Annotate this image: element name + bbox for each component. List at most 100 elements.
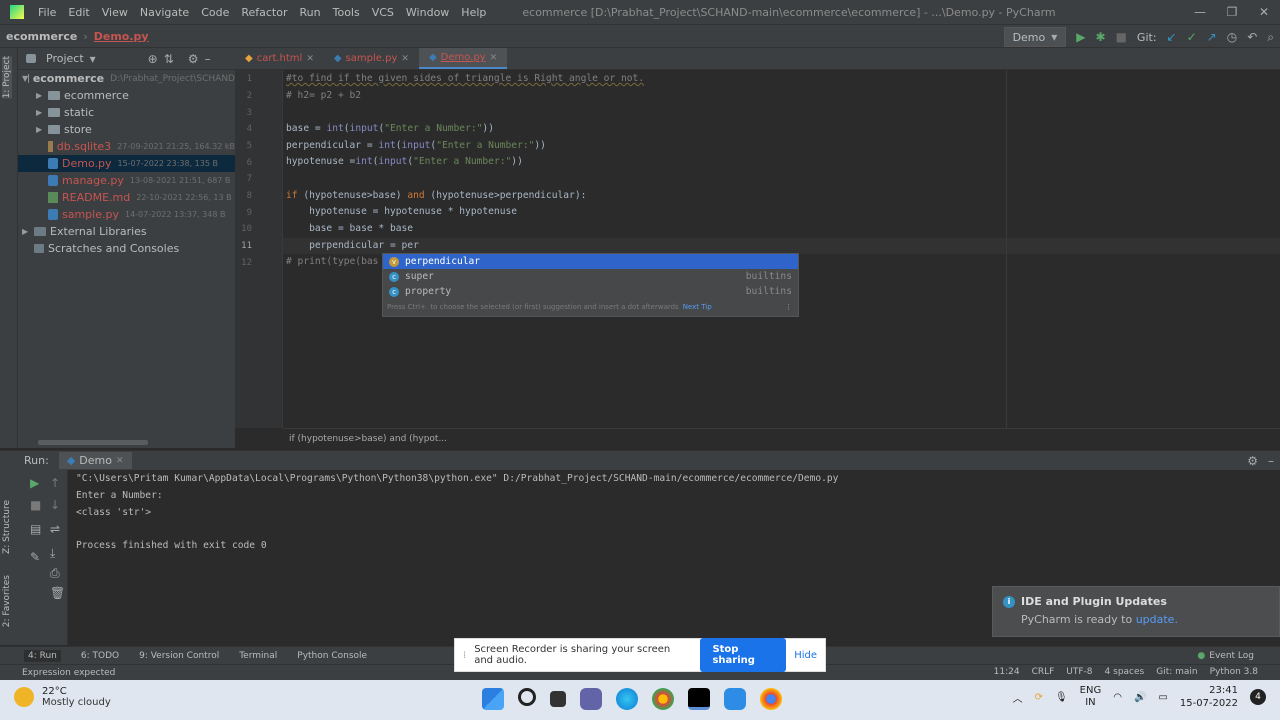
chevron-down-icon[interactable]: ▾ xyxy=(90,52,96,66)
layout-icon[interactable]: ▤ xyxy=(30,522,41,536)
expand-arrow-icon[interactable]: ▶ xyxy=(36,125,48,134)
notification-count-icon[interactable]: 4 xyxy=(1250,689,1266,705)
menu-refactor[interactable]: Refactor xyxy=(235,6,293,19)
tree-item-sample-py[interactable]: sample.py 14-07-2022 13:37, 348 B xyxy=(18,206,235,223)
task-view-icon[interactable] xyxy=(550,691,566,707)
tree-item-demo-py[interactable]: Demo.py 15-07-2022 23:38, 135 B xyxy=(18,155,235,172)
tab-favorites-vertical[interactable]: 2: Favorites xyxy=(2,575,12,627)
teams-chat-icon[interactable] xyxy=(580,688,602,710)
more-options-icon[interactable]: ⋮ xyxy=(785,303,792,315)
menu-file[interactable]: File xyxy=(32,6,62,19)
code-editor[interactable]: #to find if the given sides of triangle … xyxy=(283,70,1280,428)
tree-item-external-libraries[interactable]: ▶ External Libraries xyxy=(18,223,235,240)
close-tab-icon[interactable]: ✕ xyxy=(490,53,498,63)
windows-start-icon[interactable] xyxy=(482,688,504,710)
search-icon[interactable] xyxy=(518,688,536,706)
rollback-icon[interactable]: ↶ xyxy=(1247,30,1257,44)
minimize-button[interactable]: — xyxy=(1184,0,1216,24)
expand-arrow-icon[interactable]: ▶ xyxy=(36,108,48,117)
tree-item-scratches[interactable]: Scratches and Consoles xyxy=(18,240,235,257)
event-log-button[interactable]: ● Event Log xyxy=(1197,651,1254,661)
python-interpreter[interactable]: Python 3.8 xyxy=(1210,665,1258,680)
wifi-icon[interactable]: ◠ xyxy=(1113,692,1122,703)
menu-vcs[interactable]: VCS xyxy=(366,6,400,19)
tree-item-manage-py[interactable]: manage.py 13-08-2021 21:51, 687 B xyxy=(18,172,235,189)
menu-window[interactable]: Window xyxy=(400,6,455,19)
search-icon[interactable]: ⌕ xyxy=(1267,30,1274,45)
stop-icon[interactable]: ■ xyxy=(1116,30,1127,44)
hide-panel-icon[interactable]: – xyxy=(1268,454,1274,468)
microphone-icon[interactable]: 🎙 xyxy=(1055,692,1068,703)
git-commit-icon[interactable]: ✓ xyxy=(1187,30,1197,44)
locate-icon[interactable]: ⊕ xyxy=(148,52,158,66)
screen-recorder-icon[interactable] xyxy=(724,688,746,710)
tree-item-readme-md[interactable]: README.md 22-10-2021 22:56, 13 B xyxy=(18,189,235,206)
maximize-button[interactable]: ❐ xyxy=(1216,0,1248,24)
update-notification[interactable]: i IDE and Plugin Updates PyCharm is read… xyxy=(992,586,1280,637)
completion-item[interactable]: c property builtins xyxy=(383,284,798,299)
menu-navigate[interactable]: Navigate xyxy=(134,6,195,19)
menu-run[interactable]: Run xyxy=(294,6,327,19)
tool-python-console[interactable]: Python Console xyxy=(297,651,367,661)
menu-code[interactable]: Code xyxy=(195,6,235,19)
cloud-sync-icon[interactable]: ⟳ xyxy=(1035,692,1043,703)
drag-handle-icon[interactable]: ⁞ xyxy=(463,650,466,661)
run-config-select[interactable]: Demo ▾ xyxy=(1003,27,1067,47)
tab-project-vertical[interactable]: 1: Project xyxy=(2,56,12,99)
git-branch[interactable]: Git: main xyxy=(1156,665,1197,680)
close-tab-icon[interactable]: ✕ xyxy=(306,54,314,64)
battery-icon[interactable]: ▭ xyxy=(1158,692,1167,703)
expand-arrow-icon[interactable]: ▶ xyxy=(36,91,48,100)
tree-item-static[interactable]: ▶ static xyxy=(18,104,235,121)
expand-arrow-icon[interactable]: ▶ xyxy=(22,227,34,236)
soft-wrap-icon[interactable]: ⇌ xyxy=(50,522,60,536)
horizontal-scrollbar[interactable] xyxy=(38,440,148,445)
rerun-icon[interactable]: ▶ xyxy=(30,476,39,490)
line-separator[interactable]: CRLF xyxy=(1032,665,1055,680)
edge-icon[interactable] xyxy=(616,688,638,710)
run-tab-demo[interactable]: ◆ Demo ✕ xyxy=(58,452,132,469)
tab-demo-py[interactable]: ◆ Demo.py ✕ xyxy=(418,48,508,69)
breadcrumb-file[interactable]: Demo.py xyxy=(88,30,155,43)
weather-widget[interactable]: 22°C Mostly cloudy xyxy=(14,686,111,708)
tree-root[interactable]: ▼ ecommerce D:\Prabhat_Project\SCHAND xyxy=(18,70,235,87)
git-update-icon[interactable]: ↙ xyxy=(1167,30,1177,44)
caret-position[interactable]: 11:24 xyxy=(994,665,1020,680)
breadcrumb-project[interactable]: ecommerce xyxy=(0,30,83,43)
tree-item-store[interactable]: ▶ store xyxy=(18,121,235,138)
stop-sharing-button[interactable]: Stop sharing xyxy=(700,638,787,672)
print-icon[interactable]: ⎙ xyxy=(50,566,60,581)
tab-sample-py[interactable]: ◆ sample.py ✕ xyxy=(324,48,419,69)
next-tip-link[interactable]: Next Tip xyxy=(683,303,712,315)
tab-structure-vertical[interactable]: Z: Structure xyxy=(2,500,12,554)
pin-icon[interactable]: ✎ xyxy=(30,550,40,564)
tool-terminal[interactable]: Terminal xyxy=(239,651,277,661)
tool-todo[interactable]: 6: TODO xyxy=(81,651,119,661)
scroll-to-end-icon[interactable]: ⤓ xyxy=(50,546,55,561)
volume-icon[interactable]: 🔊 xyxy=(1134,692,1146,703)
history-icon[interactable]: ◷ xyxy=(1227,30,1237,44)
tree-item-ecommerce[interactable]: ▶ ecommerce xyxy=(18,87,235,104)
scroll-down-icon[interactable]: ↓ xyxy=(50,498,60,512)
editor-breadcrumb[interactable]: if (hypotenuse>base) and (hypot... xyxy=(283,428,1280,448)
close-tab-icon[interactable]: ✕ xyxy=(401,54,409,64)
menu-help[interactable]: Help xyxy=(455,6,492,19)
update-link[interactable]: update. xyxy=(1136,613,1178,626)
stop-icon[interactable]: ■ xyxy=(30,498,41,512)
collapse-icon[interactable]: ⇅ xyxy=(164,52,174,66)
menu-edit[interactable]: Edit xyxy=(62,6,95,19)
hide-button[interactable]: Hide xyxy=(794,650,817,661)
completion-item[interactable]: v perpendicular xyxy=(383,254,798,269)
file-encoding[interactable]: UTF-8 xyxy=(1066,665,1092,680)
trash-icon[interactable]: 🗑 xyxy=(50,586,65,600)
clock[interactable]: 23:41 15-07-2022 xyxy=(1180,684,1238,710)
tool-version-control[interactable]: 9: Version Control xyxy=(139,651,219,661)
debug-icon[interactable]: ✱ xyxy=(1096,30,1106,44)
tab-cart-html[interactable]: ◆ cart.html ✕ xyxy=(235,48,324,69)
chevron-up-icon[interactable]: ︿ xyxy=(1013,690,1023,705)
pycharm-taskbar-icon[interactable] xyxy=(688,688,710,710)
indent-setting[interactable]: 4 spaces xyxy=(1105,665,1145,680)
git-push-icon[interactable]: ↗ xyxy=(1207,30,1217,44)
tree-item-db-sqlite3[interactable]: db.sqlite3 27-09-2021 21:25, 164.32 kB xyxy=(18,138,235,155)
tool-run[interactable]: 4: Run xyxy=(24,649,61,662)
